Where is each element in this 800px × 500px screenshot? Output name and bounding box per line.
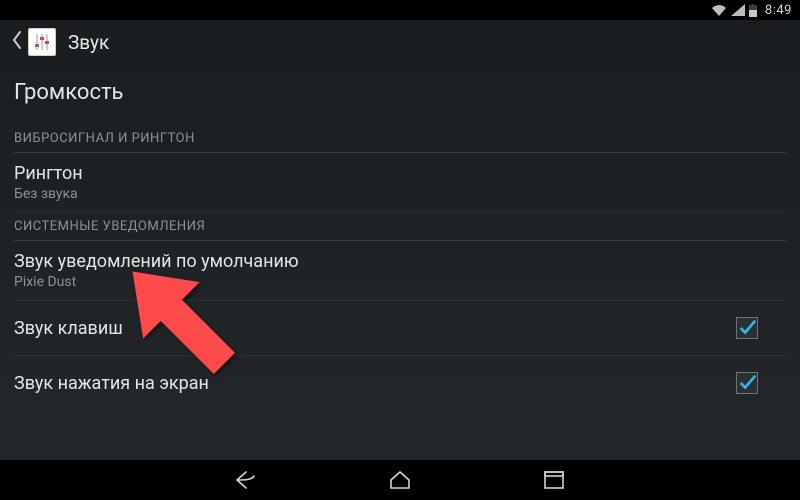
screen: 8:49 Звук Громкость ВИБРОСИГНАЛ И РИ <box>0 0 800 500</box>
back-button[interactable] <box>6 24 62 60</box>
wifi-icon <box>711 4 727 16</box>
equalizer-icon <box>28 28 56 56</box>
battery-icon <box>749 4 757 17</box>
touch-sounds-title: Звук нажатия на экран <box>14 373 209 394</box>
section-system-notifications: СИСТЕМНЫЕ УВЕДОМЛЕНИЯ <box>14 213 786 241</box>
nav-recent-button[interactable] <box>532 464 576 496</box>
navigation-bar <box>0 460 800 500</box>
volume-heading[interactable]: Громкость <box>14 64 786 125</box>
status-clock: 8:49 <box>765 3 792 18</box>
touch-sounds-checkbox[interactable] <box>736 372 758 394</box>
chevron-left-icon <box>12 31 22 53</box>
settings-list: Громкость ВИБРОСИГНАЛ И РИНГТОН Рингтон … <box>0 64 800 460</box>
ringtone-summary: Без звука <box>14 186 83 202</box>
ringtone-row[interactable]: Рингтон Без звука <box>14 153 786 213</box>
page-title: Звук <box>68 31 109 54</box>
nav-home-button[interactable] <box>378 464 422 496</box>
dial-pad-sounds-title: Звук клавиш <box>14 318 123 339</box>
action-bar: Звук <box>0 20 800 64</box>
signal-icon <box>731 4 745 16</box>
dial-pad-sounds-row[interactable]: Звук клавиш <box>14 301 786 356</box>
ringtone-title: Рингтон <box>14 163 83 184</box>
nav-back-button[interactable] <box>224 464 268 496</box>
status-bar: 8:49 <box>0 0 800 20</box>
default-notification-summary: Pixie Dust <box>14 274 299 290</box>
default-notification-row[interactable]: Звук уведомлений по умолчанию Pixie Dust <box>14 241 786 301</box>
section-vibrate-ringtone: ВИБРОСИГНАЛ И РИНГТОН <box>14 125 786 153</box>
dial-pad-sounds-checkbox[interactable] <box>736 317 758 339</box>
touch-sounds-row[interactable]: Звук нажатия на экран <box>14 356 786 410</box>
default-notification-title: Звук уведомлений по умолчанию <box>14 251 299 272</box>
